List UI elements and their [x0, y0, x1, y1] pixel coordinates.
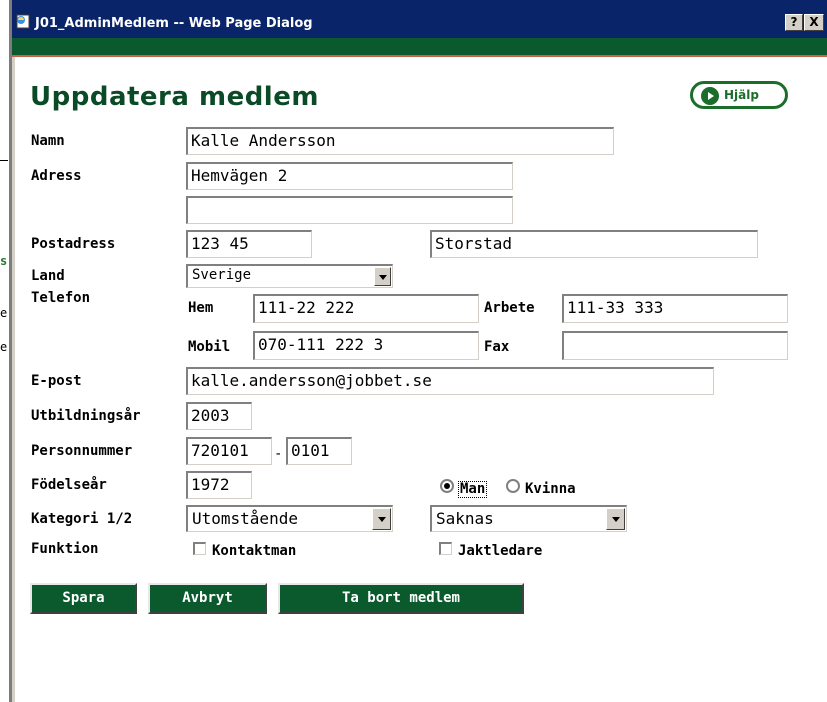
chevron-down-icon[interactable]	[372, 508, 391, 530]
label-namn: Namn	[31, 133, 65, 149]
label-hem: Hem	[188, 300, 214, 316]
background-divider	[0, 160, 8, 161]
gender-man-label[interactable]: Man	[458, 481, 488, 498]
label-mobil: Mobil	[188, 339, 231, 355]
background-text-fragment: e	[0, 306, 8, 320]
personnummer-nr-input[interactable]: 0101	[286, 437, 352, 465]
gender-man-radio[interactable]	[440, 479, 454, 493]
personnummer-separator: -	[274, 446, 283, 462]
label-kategori: Kategori 1/2	[31, 511, 133, 527]
close-button[interactable]: X	[804, 14, 824, 31]
land-select[interactable]: Sverige	[186, 264, 393, 288]
dialog-title-bar[interactable]: J01_AdminMedlem -- Web Page Dialog ? X	[12, 0, 827, 38]
label-adress: Adress	[31, 168, 82, 184]
delete-member-button[interactable]: Ta bort medlem	[278, 583, 524, 614]
gender-kvinna-label[interactable]: Kvinna	[525, 481, 576, 497]
personnummer-datum-input[interactable]: 720101	[186, 437, 272, 465]
chevron-down-icon[interactable]	[606, 508, 625, 530]
label-fodelsear: Födelseår	[31, 477, 107, 493]
header-accent-line	[12, 55, 827, 57]
land-select-value: Sverige	[192, 267, 252, 283]
label-epost: E-post	[31, 373, 82, 389]
label-postadress: Postadress	[31, 236, 116, 252]
label-arbete: Arbete	[484, 300, 535, 316]
background-text-fragment: e	[0, 340, 8, 354]
help-button-label: Hjälp	[724, 88, 759, 102]
page-title: Uppdatera medlem	[30, 82, 319, 112]
ie-page-icon	[16, 14, 30, 29]
chevron-down-icon[interactable]	[374, 267, 391, 286]
label-land: Land	[31, 268, 65, 284]
gender-kvinna-radio[interactable]	[506, 479, 520, 493]
kategori2-select-value: Saknas	[436, 509, 494, 528]
kategori1-select-value: Utomstående	[192, 509, 298, 528]
jaktledare-label[interactable]: Jaktledare	[458, 543, 542, 559]
background-text-fragment: s	[0, 254, 8, 268]
telefon-arbete-input[interactable]: 111-33 333	[562, 294, 788, 323]
kategori1-select[interactable]: Utomstående	[186, 505, 393, 532]
label-funktion: Funktion	[31, 541, 99, 557]
header-band	[12, 38, 827, 55]
label-fax: Fax	[484, 339, 510, 355]
jaktledare-checkbox[interactable]	[439, 542, 452, 555]
kontaktman-checkbox[interactable]	[193, 542, 206, 555]
telefon-mobil-input[interactable]: 070-111 222 3	[253, 331, 479, 360]
dialog-title: J01_AdminMedlem -- Web Page Dialog	[35, 16, 313, 31]
adress-line1-input[interactable]: Hemvägen 2	[186, 162, 513, 190]
cancel-button[interactable]: Avbryt	[148, 583, 267, 614]
background-window-edge: s e e	[0, 0, 12, 702]
namn-input[interactable]: Kalle Andersson	[186, 127, 614, 155]
telefon-hem-input[interactable]: 111-22 222	[253, 294, 479, 323]
label-utbildningsar: Utbildningsår	[31, 408, 141, 424]
help-button[interactable]: Hjälp	[690, 81, 788, 109]
label-personnummer: Personnummer	[31, 443, 133, 459]
save-button[interactable]: Spara	[30, 583, 137, 614]
play-icon	[701, 87, 719, 105]
postnummer-input[interactable]: 123 45	[186, 230, 312, 258]
label-telefon: Telefon	[31, 290, 91, 306]
ort-input[interactable]: Storstad	[430, 230, 758, 258]
dialog-frame-left	[12, 57, 15, 702]
adress-line2-input[interactable]	[186, 196, 513, 224]
epost-input[interactable]: kalle.andersson@jobbet.se	[186, 367, 714, 395]
kontaktman-label[interactable]: Kontaktman	[212, 543, 296, 559]
utbildningsar-input[interactable]: 2003	[186, 402, 252, 430]
kategori2-select[interactable]: Saknas	[430, 505, 627, 532]
context-help-button[interactable]: ?	[785, 14, 803, 31]
fodelsear-input[interactable]: 1972	[186, 471, 252, 499]
telefon-fax-input[interactable]	[562, 331, 788, 360]
